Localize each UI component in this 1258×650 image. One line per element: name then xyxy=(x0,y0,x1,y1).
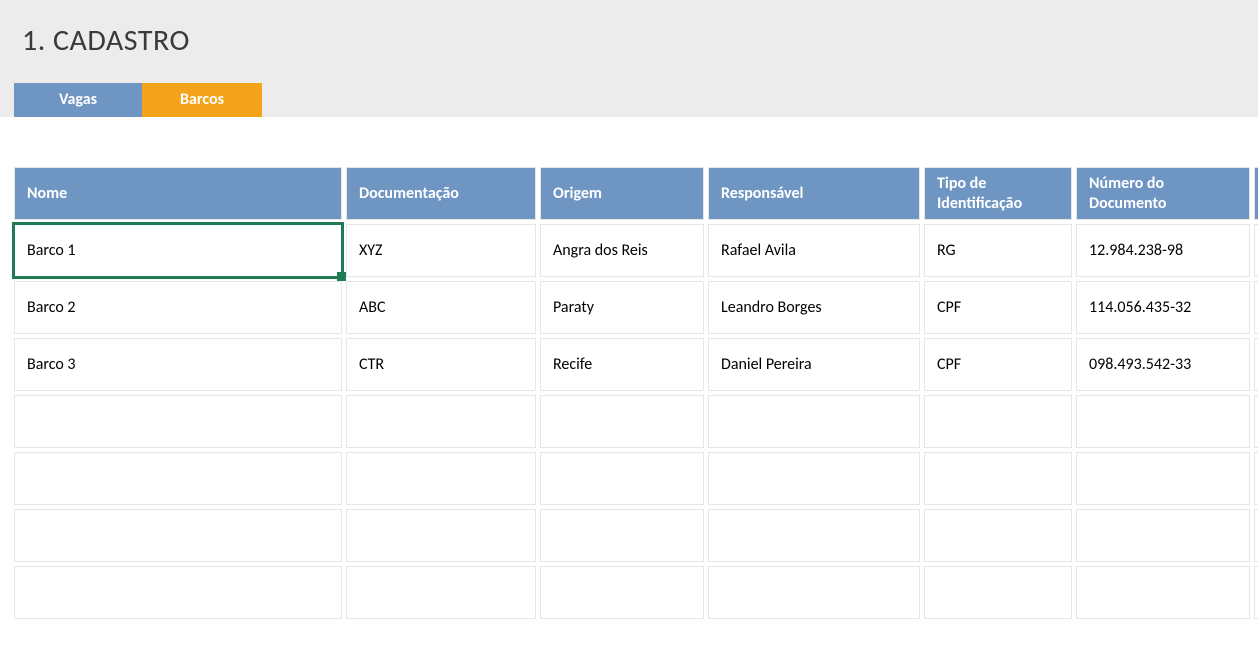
column-header-documentacao[interactable]: Documentação xyxy=(346,167,536,220)
column-header-overflow[interactable] xyxy=(1254,167,1258,220)
cell-nome[interactable]: Barco 3 xyxy=(14,338,342,391)
cell-overflow[interactable] xyxy=(1254,224,1258,277)
cell-overflow[interactable] xyxy=(1254,338,1258,391)
tab-vagas[interactable]: Vagas xyxy=(14,83,142,117)
cell-documentacao[interactable]: CTR xyxy=(346,338,536,391)
empty-cell[interactable] xyxy=(1254,452,1258,505)
cell-documentacao[interactable]: XYZ xyxy=(346,224,536,277)
empty-cell[interactable] xyxy=(1076,395,1250,448)
cell-responsavel[interactable]: Daniel Pereira xyxy=(708,338,920,391)
cell-tipo_id[interactable]: RG xyxy=(924,224,1072,277)
empty-cell[interactable] xyxy=(540,509,704,562)
column-header-numero_doc[interactable]: Número do Documento xyxy=(1076,167,1250,220)
empty-cell[interactable] xyxy=(14,509,342,562)
empty-cell[interactable] xyxy=(924,566,1072,619)
empty-cell[interactable] xyxy=(540,566,704,619)
column-header-tipo_id[interactable]: Tipo de Identificação xyxy=(924,167,1072,220)
cell-tipo_id[interactable]: CPF xyxy=(924,338,1072,391)
empty-cell[interactable] xyxy=(924,509,1072,562)
empty-cell[interactable] xyxy=(708,395,920,448)
cell-nome[interactable]: Barco 1 xyxy=(14,224,342,277)
cell-origem[interactable]: Recife xyxy=(540,338,704,391)
empty-cell[interactable] xyxy=(346,395,536,448)
empty-cell[interactable] xyxy=(1076,566,1250,619)
tabs-container: Vagas Barcos xyxy=(0,83,1258,117)
empty-cell[interactable] xyxy=(924,395,1072,448)
cell-tipo_id[interactable]: CPF xyxy=(924,281,1072,334)
cell-documentacao[interactable]: ABC xyxy=(346,281,536,334)
cell-numero_doc[interactable]: 114.056.435-32 xyxy=(1076,281,1250,334)
empty-cell[interactable] xyxy=(346,566,536,619)
empty-cell[interactable] xyxy=(14,395,342,448)
empty-cell[interactable] xyxy=(708,566,920,619)
empty-cell[interactable] xyxy=(708,509,920,562)
column-header-origem[interactable]: Origem xyxy=(540,167,704,220)
empty-cell[interactable] xyxy=(1254,566,1258,619)
cell-nome[interactable]: Barco 2 xyxy=(14,281,342,334)
column-header-nome[interactable]: Nome xyxy=(14,167,342,220)
empty-cell[interactable] xyxy=(1254,395,1258,448)
empty-cell[interactable] xyxy=(14,566,342,619)
empty-cell[interactable] xyxy=(14,452,342,505)
cell-overflow[interactable] xyxy=(1254,281,1258,334)
page-title: 1. CADASTRO xyxy=(0,10,1258,83)
cell-origem[interactable]: Paraty xyxy=(540,281,704,334)
cell-numero_doc[interactable]: 12.984.238-98 xyxy=(1076,224,1250,277)
cell-responsavel[interactable]: Rafael Avila xyxy=(708,224,920,277)
empty-cell[interactable] xyxy=(708,452,920,505)
empty-cell[interactable] xyxy=(924,452,1072,505)
empty-cell[interactable] xyxy=(1076,452,1250,505)
empty-cell[interactable] xyxy=(540,395,704,448)
table-barcos: NomeDocumentaçãoOrigemResponsávelTipo de… xyxy=(0,117,1258,619)
cell-responsavel[interactable]: Leandro Borges xyxy=(708,281,920,334)
empty-cell[interactable] xyxy=(346,509,536,562)
empty-cell[interactable] xyxy=(1076,509,1250,562)
empty-cell[interactable] xyxy=(346,452,536,505)
cell-numero_doc[interactable]: 098.493.542-33 xyxy=(1076,338,1250,391)
column-header-responsavel[interactable]: Responsável xyxy=(708,167,920,220)
cell-origem[interactable]: Angra dos Reis xyxy=(540,224,704,277)
empty-cell[interactable] xyxy=(1254,509,1258,562)
tab-barcos[interactable]: Barcos xyxy=(142,83,262,117)
empty-cell[interactable] xyxy=(540,452,704,505)
